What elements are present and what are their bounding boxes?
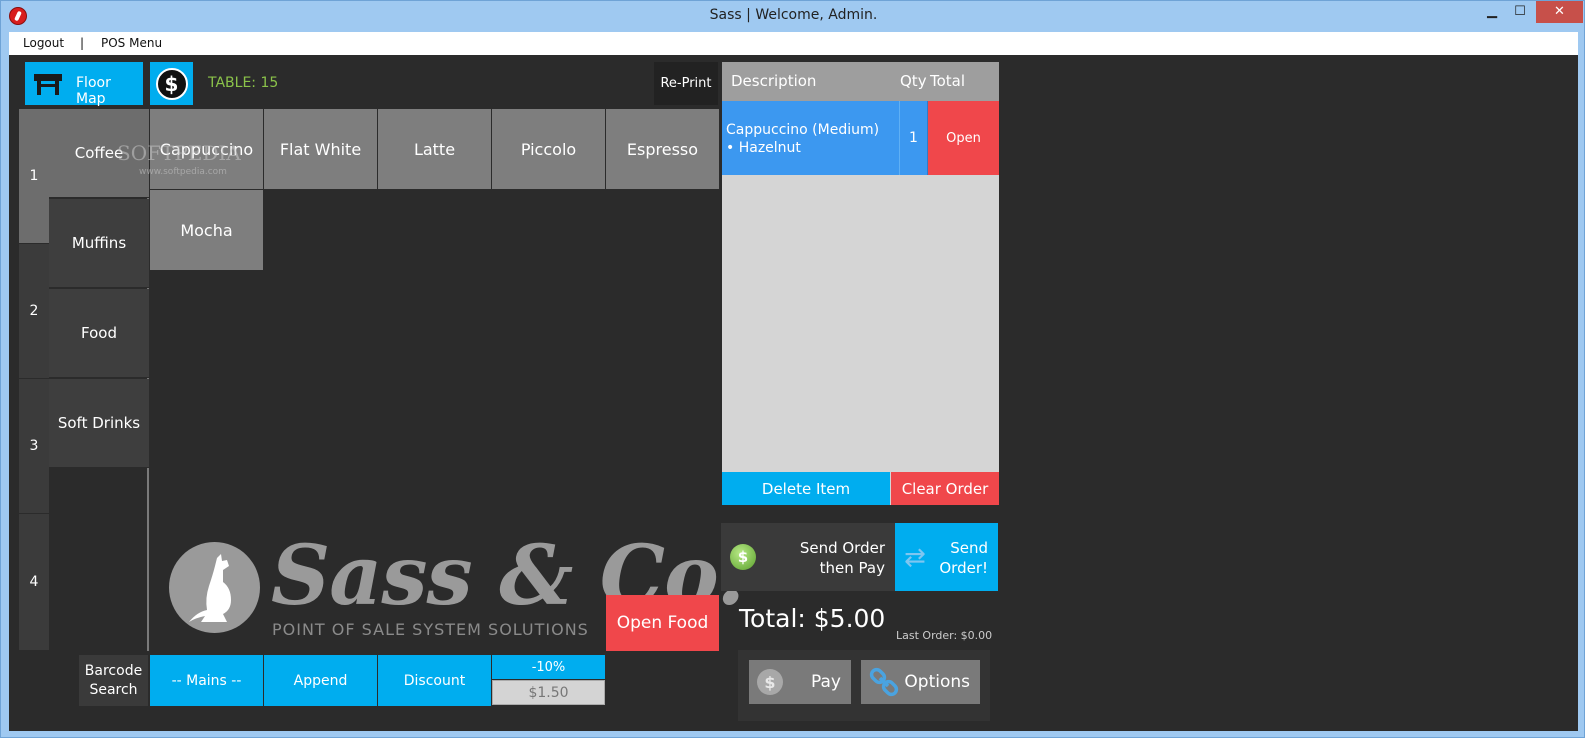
menu-separator: |: [80, 36, 85, 50]
send-pay-label-1: Send Order: [799, 539, 885, 557]
title-bar: Sass | Welcome, Admin. ▁ ☐ ✕: [1, 1, 1585, 32]
table-label: TABLE: 15: [208, 75, 279, 91]
order-col-description: Description: [731, 72, 817, 90]
pay-label: Pay: [811, 672, 841, 692]
link-icon: [869, 667, 899, 697]
order-item-modifier: • Hazelnut: [726, 140, 801, 157]
pay-button[interactable]: $ Pay: [749, 660, 851, 704]
menu-pos-menu[interactable]: POS Menu: [101, 36, 162, 50]
last-order-amount: Last Order: $0.00: [896, 629, 993, 642]
maximize-button[interactable]: ☐: [1507, 1, 1533, 23]
menu-bar: Logout | POS Menu: [9, 32, 1578, 55]
order-line-item[interactable]: Cappuccino (Medium) • Hazelnut 1 Open: [722, 101, 999, 175]
order-panel: Description Qty Total Cappuccino (Medium…: [722, 62, 999, 505]
item-piccolo[interactable]: Piccolo: [492, 109, 605, 189]
open-food-button[interactable]: Open Food: [606, 595, 719, 651]
send-order-label: Send Order!: [939, 538, 988, 579]
dollar-icon: $: [155, 67, 188, 100]
options-button[interactable]: Options: [861, 660, 980, 704]
coin-icon: $: [730, 544, 756, 570]
order-col-qty: Qty: [900, 72, 927, 90]
floor-map-button[interactable]: Floor Map: [25, 62, 143, 107]
order-header: Description Qty Total: [722, 62, 999, 101]
barcode-search-label-1: Barcode: [84, 662, 143, 679]
order-item-name: Cappuccino (Medium): [726, 122, 880, 138]
reprint-button[interactable]: Re-Print: [654, 62, 718, 105]
mains-button[interactable]: -- Mains --: [150, 655, 263, 706]
send-order-label-2: Order!: [939, 559, 988, 578]
delete-item-button[interactable]: Delete Item: [722, 472, 890, 505]
menu-logout[interactable]: Logout: [23, 36, 64, 50]
item-mocha[interactable]: Mocha: [150, 190, 263, 270]
send-order-then-pay-button[interactable]: $ Send Order then Pay: [721, 523, 895, 591]
page-4-button[interactable]: 4: [19, 514, 49, 651]
order-item-description: Cappuccino (Medium) • Hazelnut: [722, 101, 899, 175]
item-flat-white[interactable]: Flat White: [264, 109, 377, 189]
order-total: Total: $5.00: [739, 604, 886, 633]
page-3-button[interactable]: 3: [19, 379, 49, 514]
category-food[interactable]: Food: [49, 289, 149, 378]
pos-main: Floor Map $ TABLE: 15 Re-Print 1 2 3 4 C…: [9, 55, 1578, 731]
window-title: Sass | Welcome, Admin.: [709, 7, 878, 23]
category-list: Coffee Muffins Food Soft Drinks: [49, 109, 149, 651]
category-muffins[interactable]: Muffins: [49, 199, 149, 288]
clear-order-button[interactable]: Clear Order: [891, 472, 999, 505]
category-soft-drinks[interactable]: Soft Drinks: [49, 379, 149, 468]
send-pay-label-2: then Pay: [819, 559, 885, 578]
brand-logo-subtitle: POINT OF SALE SYSTEM SOLUTIONS: [272, 620, 589, 639]
send-order-button[interactable]: ⇄ Send Order!: [895, 523, 998, 591]
minimize-button[interactable]: ▁: [1479, 1, 1505, 23]
barcode-search-label-2: Search: [89, 681, 138, 698]
kangaroo-logo-icon: [169, 542, 260, 633]
page-1-button[interactable]: 1: [19, 109, 49, 244]
append-button[interactable]: Append: [264, 655, 377, 706]
send-order-label-1: Send: [950, 539, 988, 557]
options-label: Options: [904, 672, 970, 692]
barcode-search-button[interactable]: Barcode Search: [79, 655, 148, 706]
item-espresso[interactable]: Espresso: [606, 109, 719, 189]
page-selector: 1 2 3 4: [19, 109, 49, 651]
payment-dollar-button[interactable]: $: [150, 62, 193, 105]
sync-icon: ⇄: [904, 543, 926, 573]
close-button[interactable]: ✕: [1536, 1, 1583, 23]
page-2-button[interactable]: 2: [19, 244, 49, 379]
discount-percent-button[interactable]: -10%: [492, 655, 605, 679]
watermark-text: SOFTPEDIA: [117, 141, 241, 165]
discount-button[interactable]: Discount: [378, 655, 491, 706]
floor-map-label: Floor Map: [76, 75, 111, 107]
send-pay-label: Send Order then Pay: [800, 538, 885, 579]
table-icon: [34, 74, 62, 95]
discount-amount-field[interactable]: $1.50: [492, 680, 605, 705]
item-latte[interactable]: Latte: [378, 109, 491, 189]
order-col-total: Total: [930, 72, 966, 90]
app-window: Sass | Welcome, Admin. ▁ ☐ ✕ Logout | PO…: [0, 0, 1585, 738]
order-item-total: Open: [928, 101, 999, 175]
order-item-qty: 1: [899, 101, 928, 175]
dollar-coin-icon: $: [757, 669, 783, 695]
watermark-url: www.softpedia.com: [139, 167, 227, 177]
